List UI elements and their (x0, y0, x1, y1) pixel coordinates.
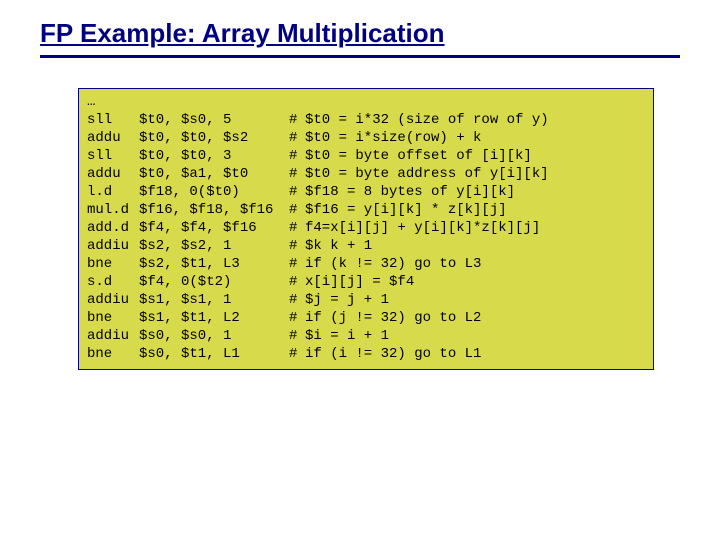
hash: # (289, 129, 305, 147)
args: $s2, $s2, 1 (139, 237, 289, 255)
code-line: sll$t0, $t0, 3#$t0 = byte offset of [i][… (87, 147, 645, 165)
hash: # (289, 147, 305, 165)
hash: # (289, 309, 305, 327)
code-line: bne$s0, $t1, L1#if (i != 32) go to L1 (87, 345, 645, 363)
instr: bne (87, 309, 139, 327)
instr: addu (87, 129, 139, 147)
instr: s.d (87, 273, 139, 291)
instr: addu (87, 165, 139, 183)
instr: addiu (87, 327, 139, 345)
comment: $t0 = i*32 (size of row of y) (305, 111, 645, 129)
args: $s0, $t1, L1 (139, 345, 289, 363)
instr: sll (87, 111, 139, 129)
code-lines: sll$t0, $s0, 5#$t0 = i*32 (size of row o… (87, 111, 645, 363)
hash: # (289, 201, 305, 219)
instr: bne (87, 345, 139, 363)
title-rule (40, 55, 680, 58)
args: $s2, $t1, L3 (139, 255, 289, 273)
slide-title: FP Example: Array Multiplication (40, 18, 680, 55)
instr: addiu (87, 291, 139, 309)
comment: f4=x[i][j] + y[i][k]*z[k][j] (305, 219, 645, 237)
instr: mul.d (87, 201, 139, 219)
hash: # (289, 183, 305, 201)
args: $f4, 0($t2) (139, 273, 289, 291)
hash: # (289, 345, 305, 363)
code-line: mul.d$f16, $f18, $f16#$f16 = y[i][k] * z… (87, 201, 645, 219)
code-line: add.d$f4, $f4, $f16#f4=x[i][j] + y[i][k]… (87, 219, 645, 237)
args: $s1, $s1, 1 (139, 291, 289, 309)
args: $t0, $a1, $t0 (139, 165, 289, 183)
code-line: s.d$f4, 0($t2)#x[i][j] = $f4 (87, 273, 645, 291)
code-line: addu$t0, $t0, $s2#$t0 = i*size(row) + k (87, 129, 645, 147)
slide: FP Example: Array Multiplication … sll$t… (0, 0, 720, 540)
code-line: l.d$f18, 0($t0)#$f18 = 8 bytes of y[i][k… (87, 183, 645, 201)
code-line: addiu$s2, $s2, 1#$k k + 1 (87, 237, 645, 255)
hash: # (289, 255, 305, 273)
hash: # (289, 327, 305, 345)
hash: # (289, 291, 305, 309)
comment: $k k + 1 (305, 237, 645, 255)
instr: addiu (87, 237, 139, 255)
comment: if (k != 32) go to L3 (305, 255, 645, 273)
comment: $t0 = byte offset of [i][k] (305, 147, 645, 165)
args: $f18, 0($t0) (139, 183, 289, 201)
code-line: addu$t0, $a1, $t0#$t0 = byte address of … (87, 165, 645, 183)
code-ellipsis: … (87, 93, 645, 111)
args: $s0, $s0, 1 (139, 327, 289, 345)
args: $t0, $t0, $s2 (139, 129, 289, 147)
args: $t0, $s0, 5 (139, 111, 289, 129)
hash: # (289, 111, 305, 129)
args: $f4, $f4, $f16 (139, 219, 289, 237)
hash: # (289, 273, 305, 291)
code-box: … sll$t0, $s0, 5#$t0 = i*32 (size of row… (78, 88, 654, 370)
code-line: sll$t0, $s0, 5#$t0 = i*32 (size of row o… (87, 111, 645, 129)
comment: $t0 = byte address of y[i][k] (305, 165, 645, 183)
comment: if (i != 32) go to L1 (305, 345, 645, 363)
hash: # (289, 165, 305, 183)
instr: bne (87, 255, 139, 273)
hash: # (289, 237, 305, 255)
code-line: bne$s1, $t1, L2#if (j != 32) go to L2 (87, 309, 645, 327)
code-line: addiu$s1, $s1, 1#$j = j + 1 (87, 291, 645, 309)
comment: $j = j + 1 (305, 291, 645, 309)
comment: if (j != 32) go to L2 (305, 309, 645, 327)
comment: $t0 = i*size(row) + k (305, 129, 645, 147)
args: $s1, $t1, L2 (139, 309, 289, 327)
title-area: FP Example: Array Multiplication (40, 18, 680, 58)
hash: # (289, 219, 305, 237)
comment: $f18 = 8 bytes of y[i][k] (305, 183, 645, 201)
code-line: bne$s2, $t1, L3#if (k != 32) go to L3 (87, 255, 645, 273)
instr: sll (87, 147, 139, 165)
code-line: addiu$s0, $s0, 1#$i = i + 1 (87, 327, 645, 345)
instr: l.d (87, 183, 139, 201)
instr: add.d (87, 219, 139, 237)
comment: $i = i + 1 (305, 327, 645, 345)
comment: $f16 = y[i][k] * z[k][j] (305, 201, 645, 219)
args: $t0, $t0, 3 (139, 147, 289, 165)
args: $f16, $f18, $f16 (139, 201, 289, 219)
comment: x[i][j] = $f4 (305, 273, 645, 291)
